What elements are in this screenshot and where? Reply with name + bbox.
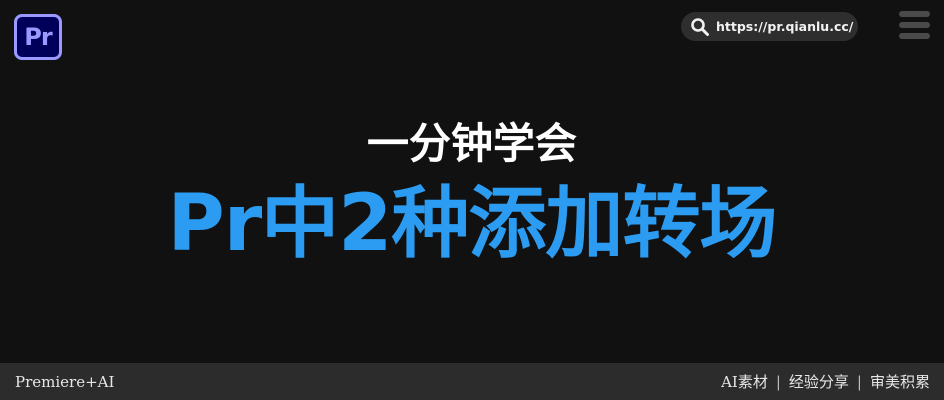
menu-icon[interactable] [899,11,930,39]
footer-separator: | [856,372,862,391]
menu-bar [899,11,930,17]
footer-link-ai-materials[interactable]: AI素材 [721,371,768,392]
search-icon [691,17,709,36]
footer-links: AI素材 | 经验分享 | 审美积累 [721,371,930,392]
url-text[interactable]: https://pr.qianlu.cc/ [716,19,853,34]
menu-bar [899,33,930,39]
footer-link-aesthetics[interactable]: 审美积累 [870,371,930,392]
subtitle: 一分钟学会 [366,119,577,168]
menu-bar [899,22,930,28]
logo-text: Pr [24,23,52,51]
premiere-logo[interactable]: Pr [14,14,62,60]
page-title: Pr中2种添加转场 [167,179,778,269]
footer-bar: Premiere+AI AI素材 | 经验分享 | 审美积累 [0,363,944,400]
footer-separator: | [775,372,781,391]
url-bar[interactable]: https://pr.qianlu.cc/ [681,12,858,41]
page: Pr https://pr.qianlu.cc/ 一分钟学会 Pr中2种添加转场… [0,0,944,400]
footer-link-experience[interactable]: 经验分享 [789,371,849,392]
footer-brand: Premiere+AI [15,372,115,391]
